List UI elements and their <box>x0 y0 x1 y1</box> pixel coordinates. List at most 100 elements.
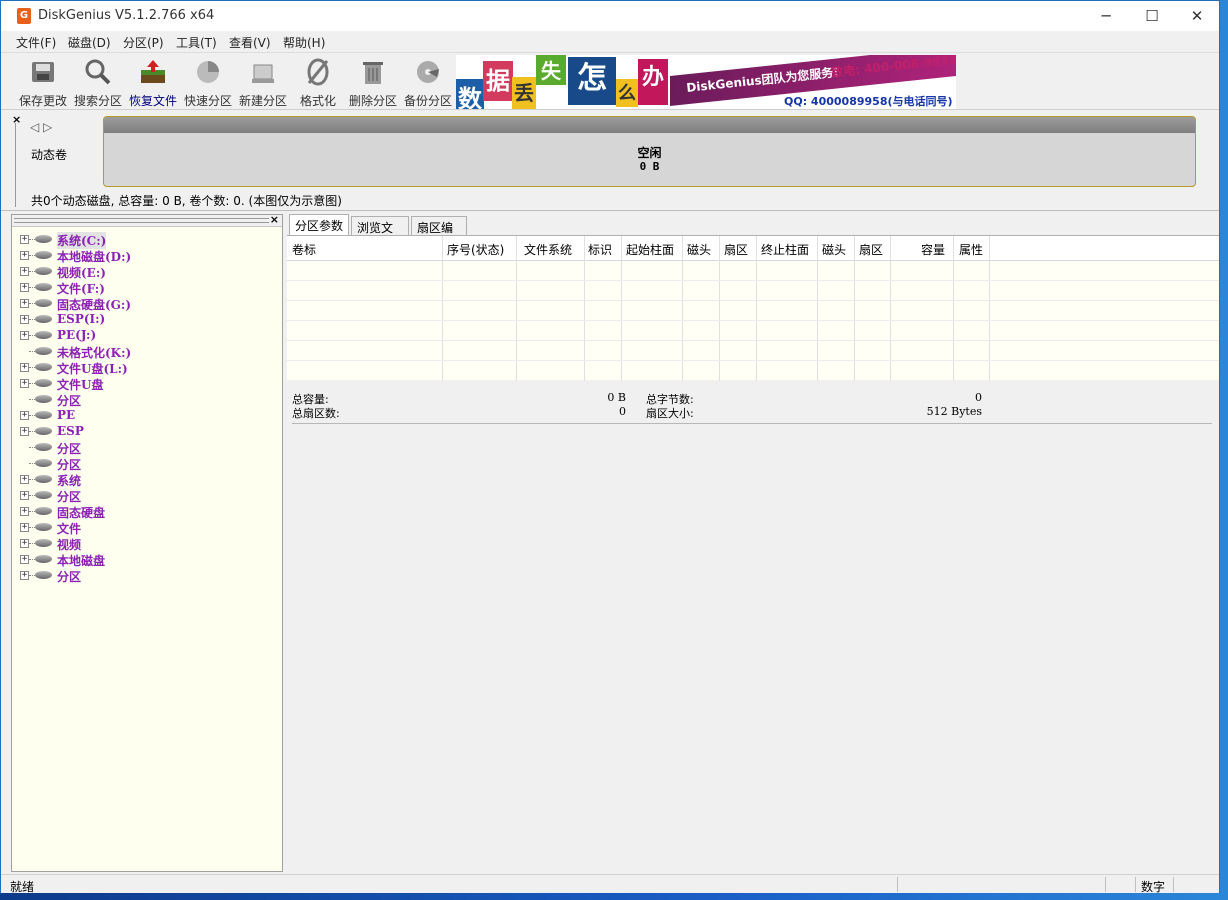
recover-files-button[interactable]: 恢复文件 <box>127 57 179 109</box>
partition-disk-icon <box>35 331 52 339</box>
banner-tile: 数 <box>456 79 484 109</box>
format-icon <box>307 58 329 86</box>
save-changes-button[interactable]: 保存更改 <box>17 57 69 109</box>
toolbar-label: 保存更改 <box>18 94 67 108</box>
quick-partition-icon <box>197 61 219 83</box>
column-header[interactable]: 起始柱面 <box>626 241 674 258</box>
partition-disk-icon <box>35 267 52 275</box>
expand-icon[interactable]: + <box>20 523 29 532</box>
toolbar-label: 快速分区 <box>183 94 232 108</box>
close-button[interactable]: ✕ <box>1174 1 1220 31</box>
tab-partition-params[interactable]: 分区参数 <box>289 214 349 236</box>
tree-item-label: ESP <box>57 424 84 438</box>
column-header[interactable]: 标识 <box>588 241 612 258</box>
status-divider <box>1173 877 1174 892</box>
expand-icon[interactable]: + <box>20 331 29 340</box>
disk-map-summary: 共0个动态磁盘, 总容量: 0 B, 卷个数: 0. (本图仅为示意图) <box>31 194 342 208</box>
tree-item-label: 本地磁盘 <box>57 554 106 568</box>
expand-icon[interactable]: + <box>20 379 29 388</box>
menu-help[interactable]: 帮助(H) <box>283 34 325 51</box>
column-header[interactable]: 序号(状态) <box>447 241 504 258</box>
app-window: G DiskGenius V5.1.2.766 x64 ─ ☐ ✕ 文件(F) … <box>0 0 1220 894</box>
new-partition-button[interactable]: 新建分区 <box>237 57 289 109</box>
column-header[interactable]: 磁头 <box>687 241 711 258</box>
partition-disk-icon <box>35 363 52 371</box>
expand-icon[interactable]: + <box>20 299 29 308</box>
expand-icon[interactable]: + <box>20 571 29 580</box>
expand-icon[interactable]: + <box>20 251 29 260</box>
volume-header-bar <box>104 117 1195 133</box>
expand-icon[interactable]: + <box>20 235 29 244</box>
column-header[interactable]: 文件系统 <box>524 241 572 258</box>
expand-icon[interactable]: + <box>20 363 29 372</box>
promo-banner[interactable]: 数 据 丢 失 怎 么 办 DiskGenius团队为您服务! 致电: 400-… <box>456 55 956 109</box>
volume-block-free[interactable]: 空闲 0 B <box>103 116 1196 187</box>
tab-browse-files[interactable]: 浏览文件 <box>351 216 409 252</box>
toolbar-label: 搜索分区 <box>73 94 122 108</box>
menu-disk[interactable]: 磁盘(D) <box>68 34 111 51</box>
column-header[interactable]: 磁头 <box>822 241 846 258</box>
new-partition-icon <box>252 64 274 83</box>
volume-size: 0 B <box>639 160 660 173</box>
menu-tools[interactable]: 工具(T) <box>176 34 217 51</box>
volume-name: 空闲 <box>637 146 662 160</box>
expand-icon[interactable]: + <box>20 315 29 324</box>
disk-nav-arrows-icon[interactable]: ◁ ▷ <box>30 120 52 134</box>
tree-item-label: 固态硬盘(G:) <box>57 298 132 312</box>
expand-icon[interactable]: + <box>20 267 29 276</box>
toolbar: 保存更改 搜索分区 恢复文件 快速分区 新建分区 格式化 删除分区 备份分区 数… <box>1 52 1219 110</box>
column-header[interactable]: 终止柱面 <box>761 241 809 258</box>
column-header[interactable]: 属性 <box>959 241 983 258</box>
tree-item-label: 文件(F:) <box>57 282 105 296</box>
expand-icon[interactable]: + <box>20 539 29 548</box>
column-header[interactable]: 容量 <box>921 241 945 258</box>
app-logo-icon: G <box>17 8 31 24</box>
partition-disk-icon <box>35 251 52 259</box>
numlock-indicator: 数字 <box>1141 880 1166 894</box>
tree-item-label: 分区 <box>57 442 82 456</box>
tree-close-icon[interactable]: × <box>270 213 279 226</box>
expand-icon[interactable]: + <box>20 507 29 516</box>
expand-icon[interactable]: + <box>20 411 29 420</box>
trash-icon <box>363 62 383 84</box>
partition-disk-icon <box>35 299 52 307</box>
banner-tile: 据 <box>483 61 513 101</box>
menu-file[interactable]: 文件(F) <box>16 34 56 51</box>
partition-disk-icon <box>35 379 52 387</box>
tree-item-label: ESP(I:) <box>57 312 106 326</box>
tree-item-label: 分区 <box>57 570 82 584</box>
backup-partition-button[interactable]: 备份分区 <box>401 57 455 109</box>
banner-tile: 丢 <box>512 77 536 109</box>
partition-disk-icon <box>35 555 52 563</box>
toolbar-label: 恢复文件 <box>128 94 177 108</box>
table-row <box>287 360 1219 361</box>
expand-icon[interactable]: + <box>20 555 29 564</box>
disk-map-divider <box>15 123 18 207</box>
partition-disk-icon <box>35 459 52 467</box>
format-button[interactable]: 格式化 <box>292 57 344 109</box>
tree-item-label: 固态硬盘 <box>57 506 106 520</box>
expand-icon[interactable]: + <box>20 283 29 292</box>
partition-disk-icon <box>35 395 52 403</box>
partition-table-header: 卷标 序号(状态) 文件系统 标识 起始柱面 磁头 扇区 终止柱面 磁头 扇区 … <box>287 236 1219 261</box>
minimize-button[interactable]: ─ <box>1083 1 1129 31</box>
disk-tree-panel: × + 系统(C:) + 本地磁盘(D:) + 视频(E:) + 文件(F:) + 固态硬盘(G:… <box>11 213 283 872</box>
expand-icon[interactable]: + <box>20 491 29 500</box>
tree-grip-handle[interactable] <box>14 218 269 223</box>
column-header[interactable]: 扇区 <box>724 241 748 258</box>
column-header[interactable]: 扇区 <box>859 241 883 258</box>
total-bytes-value: 0 <box>975 391 982 404</box>
menu-partition[interactable]: 分区(P) <box>123 34 164 51</box>
delete-partition-button[interactable]: 删除分区 <box>347 57 399 109</box>
expand-icon[interactable]: + <box>20 427 29 436</box>
search-partition-button[interactable]: 搜索分区 <box>72 57 124 109</box>
column-header[interactable]: 卷标 <box>292 241 316 258</box>
maximize-button[interactable]: ☐ <box>1129 1 1175 31</box>
tab-sector-edit[interactable]: 扇区编辑 <box>411 216 467 252</box>
sector-size-label: 扇区大小: <box>646 407 694 420</box>
expand-icon[interactable]: + <box>20 475 29 484</box>
quick-partition-button[interactable]: 快速分区 <box>182 57 234 109</box>
partition-stats: 总容量: 0 B 总扇区数: 0 总字节数: 0 扇区大小: 512 Bytes <box>292 389 1212 425</box>
menu-view[interactable]: 查看(V) <box>229 34 271 51</box>
backup-disc-icon <box>417 61 439 83</box>
